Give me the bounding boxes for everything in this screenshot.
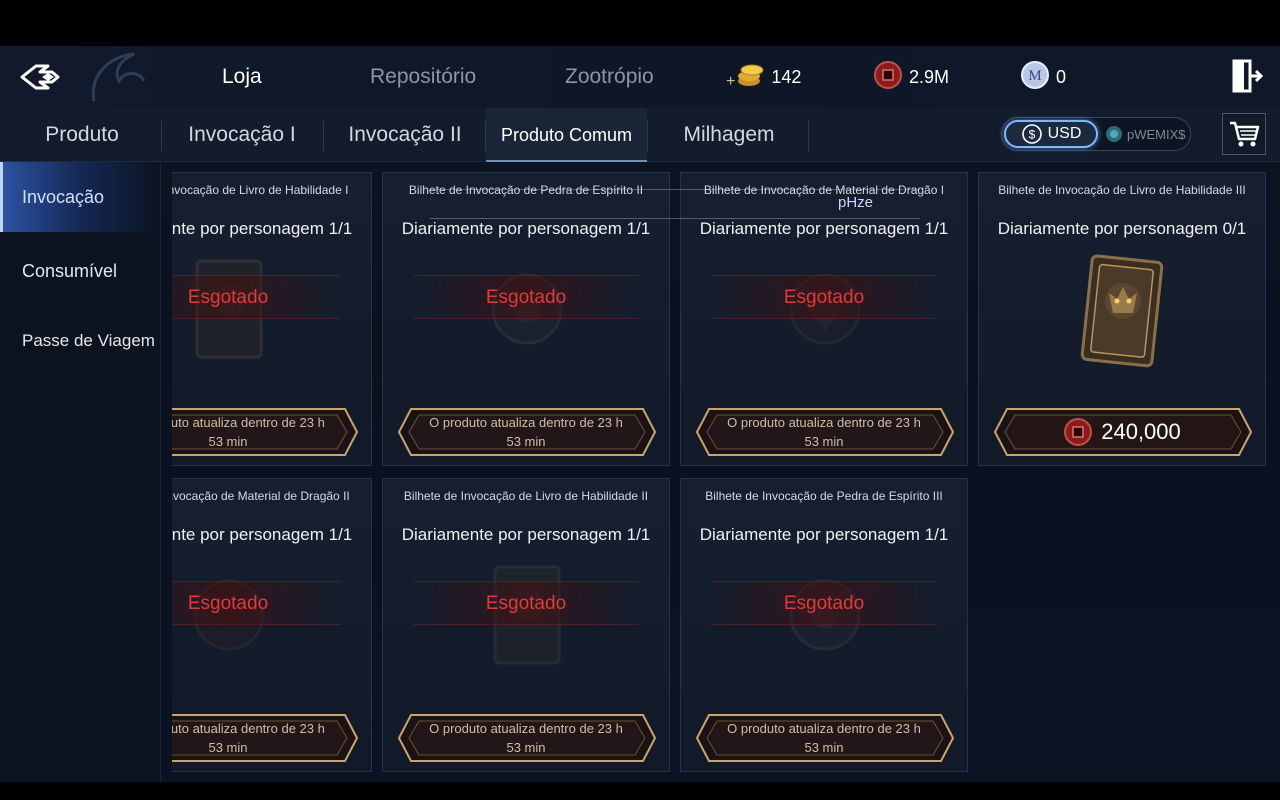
purchase-limit: Diariamente por personagem 1/1 bbox=[401, 219, 651, 238]
subtab-invocacao-i[interactable]: Invocação I bbox=[172, 108, 312, 162]
product-card[interactable]: Bilhete de Invocação de Livro de Habilid… bbox=[382, 478, 670, 772]
sold-out-label: Esgotado bbox=[172, 275, 341, 319]
sidebar-item-invocacao[interactable]: Invocação bbox=[0, 162, 161, 232]
buy-button[interactable]: 240,000 bbox=[993, 405, 1253, 459]
subtab-divider bbox=[323, 121, 324, 151]
product-name: Bilhete de Invocação de Pedra de Espírit… bbox=[705, 489, 943, 503]
red-coin-icon bbox=[1064, 418, 1093, 446]
product-card[interactable]: Bilhete de Invocação de Pedra de Espírit… bbox=[680, 478, 968, 772]
price-display: 240,000 bbox=[993, 405, 1251, 459]
shop-screen: Loja Repositório Zootrópio + 142 2.9M M … bbox=[0, 46, 1280, 782]
refresh-timer-text: O produto atualiza dentro de 23 h 53 min bbox=[172, 415, 325, 449]
red-amount: 2.9M bbox=[909, 66, 950, 87]
purchase-limit: Diariamente por personagem 1/1 bbox=[172, 525, 353, 544]
floating-overlay: pHze bbox=[430, 189, 920, 219]
refresh-timer-text: O produto atualiza dentro de 23 h 53 min bbox=[727, 721, 921, 755]
sold-out-label: Esgotado bbox=[711, 581, 937, 625]
sold-out-label: Esgotado bbox=[413, 275, 639, 319]
refresh-timer-button[interactable]: O produto atualiza dentro de 23 h 53 min bbox=[397, 405, 657, 459]
subtab-divider bbox=[161, 121, 162, 151]
refresh-timer-button[interactable]: O produto atualiza dentro de 23 h 53 min bbox=[172, 711, 359, 765]
dollar-icon: $ bbox=[1021, 124, 1042, 144]
subtab-divider bbox=[647, 121, 648, 151]
purchase-limit: Diariamente por personagem 1/1 bbox=[699, 219, 949, 238]
subtab-divider bbox=[808, 121, 809, 151]
usd-option[interactable]: $ USD bbox=[1004, 120, 1098, 148]
category-sidebar: Invocação Consumível Passe de Viagem bbox=[0, 162, 161, 782]
skill-book-ticket-icon bbox=[1073, 249, 1173, 379]
tab-loja[interactable]: Loja bbox=[172, 56, 312, 98]
purchase-limit: Diariamente por personagem 1/1 bbox=[699, 525, 949, 544]
refresh-timer-text: O produto atualiza dentro de 23 h 53 min bbox=[727, 415, 921, 449]
gold-coins-icon bbox=[735, 61, 765, 94]
tab-zootropio[interactable]: Zootrópio bbox=[565, 62, 654, 92]
refresh-timer-text: O produto atualiza dentro de 23 h 53 min bbox=[429, 721, 623, 755]
swirl-ornament-icon bbox=[84, 46, 154, 106]
subtab-produto-comum[interactable]: Produto Comum bbox=[486, 108, 647, 162]
product-grid: Bilhete de Invocação de Livro de Habilid… bbox=[172, 172, 1280, 782]
product-card[interactable]: Bilhete de Invocação de Livro de Habilid… bbox=[172, 172, 372, 466]
wemix-icon bbox=[1106, 126, 1122, 142]
top-letterbox bbox=[0, 0, 1280, 46]
exit-icon[interactable] bbox=[1230, 58, 1264, 94]
red-coin-icon bbox=[873, 60, 903, 95]
refresh-timer-button[interactable]: O produto atualiza dentro de 23 h 53 min bbox=[397, 711, 657, 765]
product-name: Bilhete de Invocação de Livro de Habilid… bbox=[998, 183, 1246, 197]
price-value: 240,000 bbox=[1101, 419, 1181, 444]
product-name: Bilhete de Invocação de Livro de Habilid… bbox=[403, 489, 649, 503]
subtab-milhagem[interactable]: Milhagem bbox=[660, 108, 798, 162]
silver-currency: M 0 bbox=[1020, 60, 1067, 95]
purchase-limit: Diariamente por personagem 1/1 bbox=[172, 219, 353, 238]
subtab-invocacao-ii[interactable]: Invocação II bbox=[334, 108, 476, 162]
purchase-limit: Diariamente por personagem 0/1 bbox=[997, 219, 1247, 238]
top-header: Loja Repositório Zootrópio + 142 2.9M M … bbox=[0, 46, 1280, 108]
overlay-label: pHze bbox=[838, 194, 874, 211]
payment-currency-toggle[interactable]: $ USD pWEMIX$ bbox=[1001, 117, 1191, 151]
wemix-option[interactable]: pWEMIX$ bbox=[1104, 120, 1190, 148]
refresh-timer-button[interactable]: O produto atualiza dentro de 23 h 53 min bbox=[695, 711, 955, 765]
product-name: Bilhete de Invocação de Livro de Habilid… bbox=[172, 183, 349, 197]
gold-amount: 142 bbox=[771, 66, 802, 87]
bottom-letterbox bbox=[0, 782, 1280, 800]
tab-repositorio[interactable]: Repositório bbox=[370, 62, 476, 92]
usd-label: USD bbox=[1047, 125, 1082, 142]
refresh-timer-text: O produto atualiza dentro de 23 h 53 min bbox=[429, 415, 623, 449]
sidebar-item-passe-de-viagem[interactable]: Passe de Viagem bbox=[22, 326, 155, 356]
plus-icon: + bbox=[726, 73, 736, 90]
product-card[interactable]: Bilhete de Invocação de Material de Drag… bbox=[172, 478, 372, 772]
silver-m-coin-icon: M bbox=[1020, 60, 1050, 95]
wemix-label: pWEMIX$ bbox=[1127, 126, 1186, 142]
cart-button[interactable] bbox=[1222, 113, 1266, 155]
svg-text:$: $ bbox=[1028, 128, 1035, 142]
subtab-produto[interactable]: Produto bbox=[22, 108, 142, 162]
refresh-timer-button[interactable]: O produto atualiza dentro de 23 h 53 min bbox=[172, 405, 359, 459]
refresh-timer-button[interactable]: O produto atualiza dentro de 23 h 53 min bbox=[695, 405, 955, 459]
gold-currency: + 142 bbox=[726, 62, 801, 92]
sold-out-label: Esgotado bbox=[413, 581, 639, 625]
red-currency: 2.9M bbox=[873, 60, 950, 95]
sold-out-label: Esgotado bbox=[172, 581, 341, 625]
product-card[interactable]: Bilhete de Invocação de Livro de Habilid… bbox=[978, 172, 1266, 466]
sidebar-item-consumivel[interactable]: Consumível bbox=[22, 256, 117, 286]
purchase-limit: Diariamente por personagem 1/1 bbox=[401, 525, 651, 544]
refresh-timer-text: O produto atualiza dentro de 23 h 53 min bbox=[172, 721, 325, 755]
product-name: Bilhete de Invocação de Material de Drag… bbox=[172, 489, 350, 503]
sold-out-label: Esgotado bbox=[711, 275, 937, 319]
svg-text:M: M bbox=[1028, 68, 1041, 84]
cart-icon bbox=[1230, 121, 1260, 147]
back-logo-icon[interactable] bbox=[18, 60, 74, 94]
silver-amount: 0 bbox=[1056, 66, 1067, 87]
